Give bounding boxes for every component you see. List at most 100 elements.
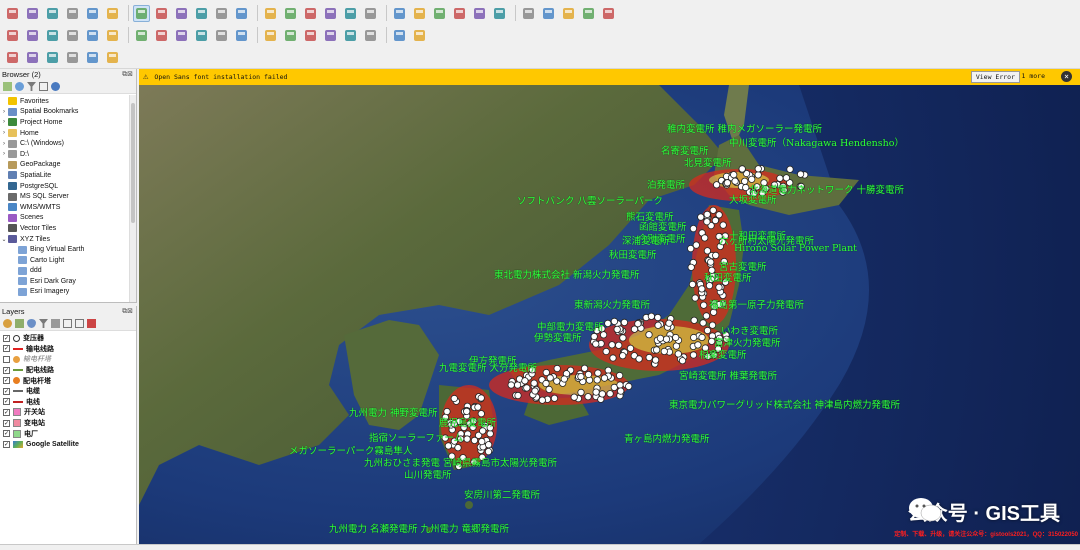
save-as-icon[interactable] — [64, 5, 81, 22]
zoom-selection-icon[interactable] — [262, 5, 279, 22]
layer-item[interactable]: ✓ 开关站 — [0, 407, 136, 418]
filter-icon[interactable] — [27, 82, 36, 91]
print-layout-icon[interactable] — [84, 5, 101, 22]
expand-arrow-icon[interactable]: › — [0, 119, 8, 125]
refresh-icon[interactable] — [15, 82, 24, 91]
browser-item[interactable]: MS SQL Server — [0, 191, 136, 202]
layer-item[interactable]: ✓ 变压器 — [0, 333, 136, 344]
georef-icon[interactable] — [24, 49, 41, 66]
browser-item[interactable]: Esri Imagery — [0, 287, 136, 298]
annotation-icon[interactable] — [580, 5, 597, 22]
add-feature-icon[interactable] — [64, 27, 81, 44]
diagram-icon[interactable] — [362, 27, 379, 44]
browser-item[interactable]: › Project Home — [0, 117, 136, 128]
metasearch-icon[interactable] — [411, 27, 428, 44]
refresh-icon[interactable] — [362, 5, 379, 22]
close-icon[interactable]: × — [1061, 71, 1072, 82]
expand-arrow-icon[interactable]: › — [0, 151, 8, 157]
label-move-icon[interactable] — [302, 27, 319, 44]
move-feature-icon[interactable] — [84, 27, 101, 44]
select-icon[interactable] — [391, 5, 408, 22]
browser-item[interactable]: › Home — [0, 128, 136, 139]
layer-item[interactable]: ✓ Google Satellite — [0, 439, 136, 450]
zoom-in-icon[interactable] — [173, 5, 190, 22]
collapse-all-icon[interactable] — [75, 319, 84, 328]
browser-scrollbar[interactable] — [129, 95, 136, 302]
zoom-last-icon[interactable] — [282, 5, 299, 22]
scroll-thumb[interactable] — [131, 103, 135, 223]
globe-icon[interactable] — [84, 49, 101, 66]
layer-checkbox[interactable]: ✓ — [3, 440, 10, 448]
plugin-icon[interactable] — [64, 49, 81, 66]
filter-icon[interactable] — [39, 319, 48, 328]
copy-icon[interactable] — [153, 27, 170, 44]
label-rotate-icon[interactable] — [322, 27, 339, 44]
browser-item[interactable]: › C:\ (Windows) — [0, 138, 136, 149]
wrench-icon[interactable] — [104, 49, 121, 66]
layer-checkbox[interactable]: ✓ — [3, 408, 10, 416]
select-attribute-icon[interactable] — [431, 5, 448, 22]
pan-icon[interactable] — [133, 4, 150, 22]
add-group-icon[interactable] — [15, 319, 24, 328]
map-tips-icon[interactable] — [600, 5, 617, 22]
layer-item[interactable]: ✓ 电厂 — [0, 428, 136, 439]
add-point-icon[interactable] — [4, 49, 21, 66]
browser-item[interactable]: PostgreSQL — [0, 181, 136, 192]
measure-icon[interactable] — [560, 5, 577, 22]
browser-item[interactable]: Esri Dark Gray — [0, 276, 136, 287]
expand-arrow-icon[interactable]: › — [0, 109, 8, 115]
expand-arrow-icon[interactable]: › — [0, 130, 8, 136]
undo-icon[interactable] — [193, 27, 210, 44]
panel-controls-icon[interactable]: ⧉⊠ — [122, 307, 133, 316]
browser-item[interactable]: › D:\ — [0, 149, 136, 160]
layer-item[interactable]: ✓ 配电线路 — [0, 365, 136, 376]
python-icon[interactable] — [391, 27, 408, 44]
field-calc-icon[interactable] — [540, 5, 557, 22]
save-icon[interactable] — [44, 5, 61, 22]
layer-checkbox[interactable]: ✓ — [3, 398, 10, 406]
info-icon[interactable] — [51, 82, 60, 91]
panel-controls-icon[interactable]: ⧉⊠ — [122, 70, 133, 79]
new-project-icon[interactable] — [4, 5, 21, 22]
layer-checkbox[interactable] — [3, 355, 10, 363]
digitize-icon[interactable] — [4, 27, 21, 44]
processing-icon[interactable] — [491, 5, 508, 22]
layer-item[interactable]: ✓ 变电站 — [0, 418, 136, 429]
layout-manager-icon[interactable] — [104, 5, 121, 22]
layer-item[interactable]: ✓ 配电杆塔 — [0, 375, 136, 386]
zoom-full-icon[interactable] — [213, 5, 230, 22]
layer-item[interactable]: 输电杆塔 — [0, 354, 136, 365]
view-error-button[interactable]: View Error — [970, 71, 1020, 83]
layer-item[interactable]: ✓ 输电线路 — [0, 344, 136, 355]
delete-icon[interactable] — [104, 27, 121, 44]
layer-checkbox[interactable]: ✓ — [3, 366, 10, 374]
browser-item[interactable]: › Spatial Bookmarks — [0, 107, 136, 118]
browser-item[interactable]: Scenes — [0, 213, 136, 224]
expand-arrow-icon[interactable]: ⌄ — [0, 236, 8, 243]
statistics-icon[interactable] — [520, 5, 537, 22]
filter-legend-icon[interactable] — [51, 319, 60, 328]
edit-pencil-icon[interactable] — [24, 27, 41, 44]
zoom-next-icon[interactable] — [302, 5, 319, 22]
label-change-icon[interactable] — [342, 27, 359, 44]
browser-item[interactable]: Vector Tiles — [0, 223, 136, 234]
layer-checkbox[interactable]: ✓ — [3, 419, 10, 427]
more-messages-link[interactable]: 1 more — [1022, 72, 1045, 80]
browser-item[interactable]: WMS/WMTS — [0, 202, 136, 213]
browser-item[interactable]: ddd — [0, 266, 136, 277]
zoom-layer-icon[interactable] — [233, 5, 250, 22]
vertex-tool-icon[interactable] — [44, 27, 61, 44]
remove-layer-icon[interactable] — [87, 319, 96, 328]
visibility-icon[interactable] — [27, 319, 36, 328]
browser-item[interactable]: GeoPackage — [0, 160, 136, 171]
label-pin-icon[interactable] — [262, 27, 279, 44]
redo-icon[interactable] — [213, 27, 230, 44]
browser-item[interactable]: Bing Virtual Earth — [0, 244, 136, 255]
label-icon[interactable] — [233, 27, 250, 44]
open-folder-icon[interactable] — [24, 5, 41, 22]
temporal-icon[interactable] — [342, 5, 359, 22]
layer-item[interactable]: ✓ 电缆 — [0, 386, 136, 397]
search-icon[interactable] — [44, 49, 61, 66]
layer-checkbox[interactable]: ✓ — [3, 377, 10, 385]
collapse-icon[interactable] — [39, 82, 48, 91]
